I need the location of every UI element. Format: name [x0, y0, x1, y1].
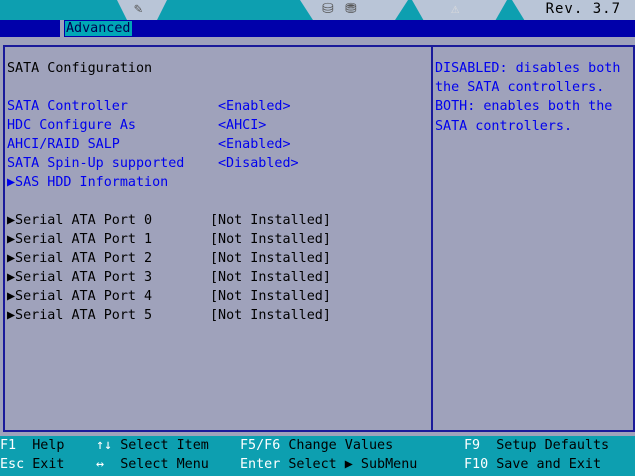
legend-text: Select Menu	[120, 457, 209, 472]
port-label-3[interactable]: ▶Serial ATA Port 3	[7, 268, 152, 287]
key-f1: F1	[0, 438, 17, 453]
legend-select-menu: ↔ Select Menu	[96, 455, 209, 474]
help-line: the SATA controllers.	[435, 80, 605, 96]
revision-label: Rev. 3.7	[545, 1, 621, 17]
setting-value-spin-up[interactable]: <Disabled>	[218, 154, 299, 173]
panel-divider	[431, 47, 433, 430]
setting-label-ahci-raid-salp[interactable]: AHCI/RAID SALP	[7, 135, 120, 154]
legend-text: Save and Exit	[496, 457, 602, 472]
port-value-0: [Not Installed]	[210, 213, 331, 228]
port-label-1[interactable]: ▶Serial ATA Port 1	[7, 230, 152, 249]
port-label-5[interactable]: ▶Serial ATA Port 5	[7, 306, 152, 325]
key-f9: F9	[464, 438, 481, 453]
network-drive-icon-2: ⛃	[345, 1, 357, 17]
warning-triangle-icon: ⚠	[451, 1, 460, 17]
key-enter: Enter	[240, 457, 281, 472]
legend-save-exit: F10 Save and Exit	[464, 455, 601, 474]
port-value-3: [Not Installed]	[210, 270, 331, 285]
submenu-sas-hdd-info[interactable]: ▶SAS HDD Information	[7, 173, 168, 192]
port-value-4: [Not Installed]	[210, 289, 331, 304]
legend-text: Select Item	[120, 438, 209, 453]
setting-label-sata-controller[interactable]: SATA Controller	[7, 97, 128, 116]
setting-value-hdc-configure[interactable]: <AHCI>	[218, 116, 266, 135]
port-label-2[interactable]: ▶Serial ATA Port 2	[7, 249, 152, 268]
tab-advanced[interactable]: Advanced	[64, 20, 133, 37]
setting-label-hdc-configure[interactable]: HDC Configure As	[7, 116, 136, 135]
help-line: BOTH: enables both the	[435, 99, 613, 115]
setting-value-sata-controller[interactable]: <Enabled>	[218, 97, 291, 116]
legend-change-values: F5/F6 Change Values	[240, 436, 393, 455]
tab-shape-3	[412, 0, 507, 20]
key-left-right: ↔	[96, 457, 105, 472]
key-up-down: ↑↓	[96, 438, 113, 453]
port-value-5: [Not Installed]	[210, 308, 331, 323]
setting-value-ahci-raid-salp[interactable]: <Enabled>	[218, 135, 291, 154]
legend-text: Exit	[32, 457, 65, 472]
main-panel: SATA Configuration SATA Controller <Enab…	[3, 45, 635, 432]
key-f5-f6: F5/F6	[240, 438, 281, 453]
port-value-1: [Not Installed]	[210, 232, 331, 247]
page-title: SATA Configuration	[7, 61, 153, 76]
help-panel: DISABLED: disables both the SATA control…	[435, 59, 630, 136]
tab-strip	[130, 20, 635, 37]
port-label-0[interactable]: ▶Serial ATA Port 0	[7, 211, 152, 230]
legend-exit: Esc Exit	[0, 455, 65, 474]
setting-label-spin-up[interactable]: SATA Spin-Up supported	[7, 154, 184, 173]
legend-text: Select ▶ SubMenu	[288, 457, 418, 472]
legend-help: F1 Help	[0, 436, 65, 455]
port-label-4[interactable]: ▶Serial ATA Port 4	[7, 287, 152, 306]
legend-select-submenu: Enter Select ▶ SubMenu	[240, 455, 417, 474]
key-esc: Esc	[0, 457, 25, 472]
legend-text: Change Values	[288, 438, 394, 453]
network-drive-icon: ⛁	[322, 1, 334, 17]
pencil-icon: ✎	[134, 1, 143, 17]
tab-strip-left	[0, 20, 60, 37]
help-line: SATA controllers.	[435, 118, 573, 134]
key-legend-footer: F1 Help ↑↓ Select Item F5/F6 Change Valu…	[0, 436, 635, 476]
legend-text: Help	[32, 438, 65, 453]
legend-select-item: ↑↓ Select Item	[96, 436, 209, 455]
tab-advanced-label: Advanced	[65, 21, 132, 36]
legend-setup-defaults: F9 Setup Defaults	[464, 436, 609, 455]
legend-text: Setup Defaults	[496, 438, 610, 453]
help-line: DISABLED: disables both	[435, 61, 621, 76]
port-value-2: [Not Installed]	[210, 251, 331, 266]
key-f10: F10	[464, 457, 489, 472]
